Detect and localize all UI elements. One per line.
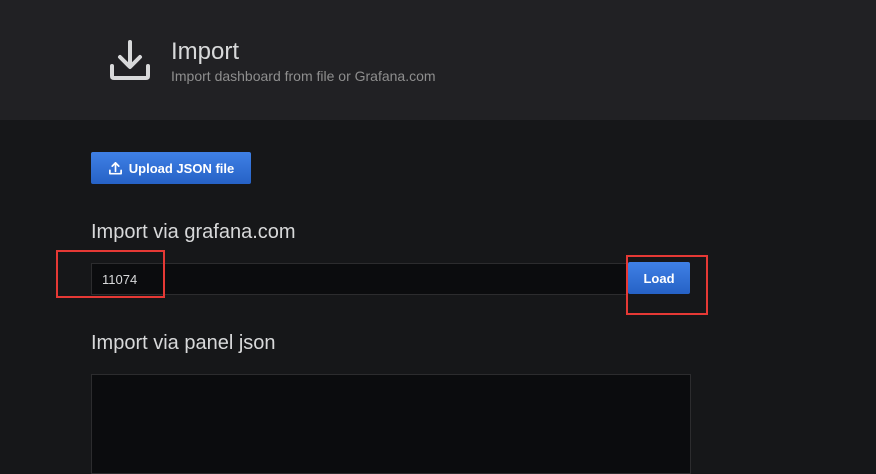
- panel-json-heading: Import via panel json: [91, 332, 276, 354]
- upload-json-button[interactable]: Upload JSON file: [91, 152, 251, 184]
- grafana-import-heading: Import via grafana.com: [91, 221, 296, 243]
- page-header: Import Import dashboard from file or Gra…: [0, 0, 876, 120]
- grafana-dashboard-id-input[interactable]: [91, 263, 627, 295]
- panel-json-textarea[interactable]: [91, 374, 691, 474]
- upload-icon: [108, 161, 122, 174]
- load-button[interactable]: Load: [628, 262, 690, 294]
- page-title: Import: [171, 38, 240, 65]
- upload-json-label: Upload JSON file: [128, 160, 235, 176]
- download-icon: [110, 40, 150, 80]
- page-subtitle: Import dashboard from file or Grafana.co…: [171, 68, 436, 84]
- load-button-label: Load: [643, 270, 675, 286]
